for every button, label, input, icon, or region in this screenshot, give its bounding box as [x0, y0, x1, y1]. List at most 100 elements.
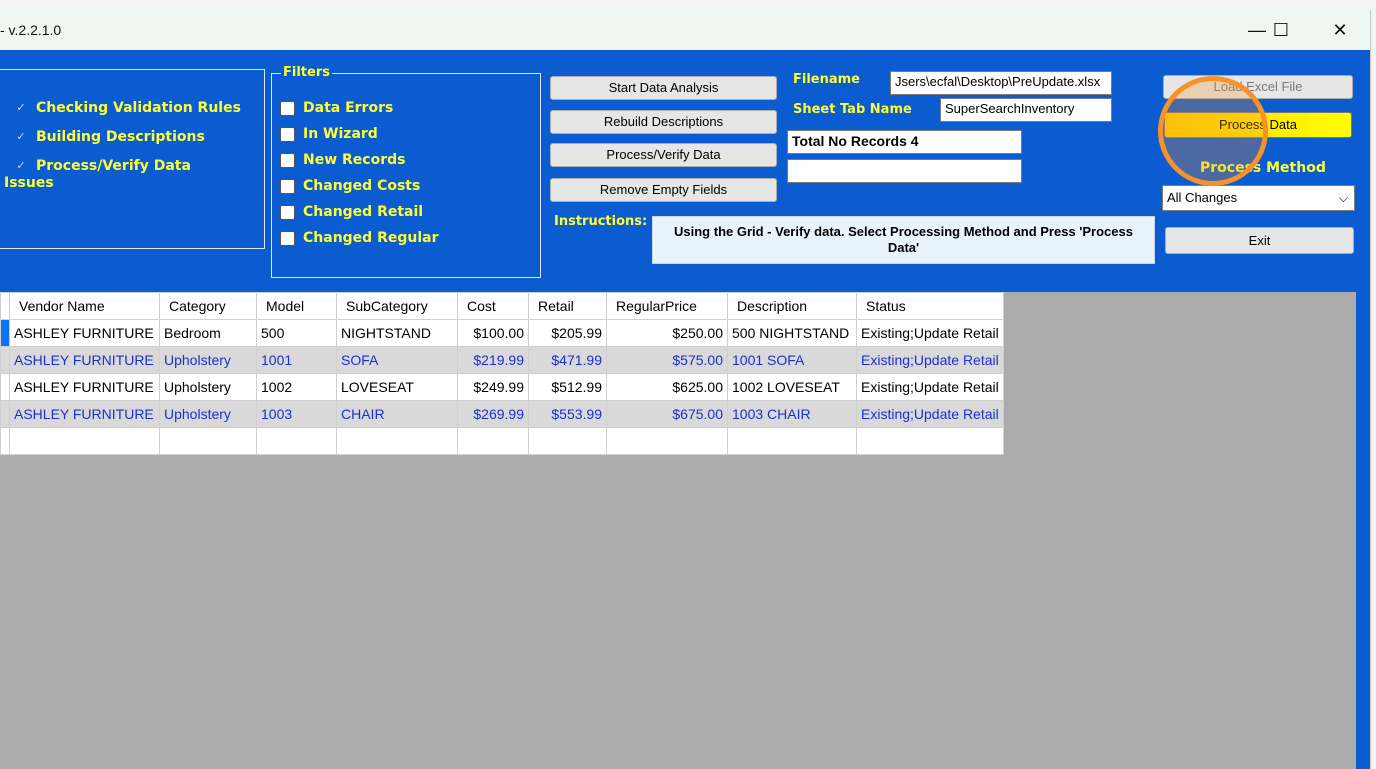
process-verify-data-button[interactable]: Process/Verify Data — [550, 143, 777, 167]
cell-cost[interactable]: $219.99 — [457, 346, 529, 374]
cell-vendor[interactable]: ASHLEY FURNITURE — [9, 319, 160, 347]
row-selector[interactable] — [0, 427, 10, 455]
checkbox[interactable] — [280, 100, 295, 116]
cell-vendor[interactable]: ASHLEY FURNITURE — [9, 373, 160, 401]
cell-category[interactable]: Upholstery — [159, 346, 257, 374]
table-row[interactable]: ASHLEY FURNITURE Upholstery 1001 SOFA $2… — [0, 346, 1004, 374]
checkbox[interactable] — [280, 126, 295, 142]
close-icon[interactable]: ✕ — [1317, 10, 1363, 50]
cell-description[interactable]: 1002 LOVESEAT — [727, 373, 857, 401]
start-data-analysis-button[interactable]: Start Data Analysis — [550, 76, 777, 100]
data-grid[interactable]: Vendor Name Category Model SubCategory C… — [0, 292, 1004, 455]
col-cost[interactable]: Cost — [457, 292, 529, 320]
cell-status[interactable]: Existing;Update Retail — [856, 373, 1004, 401]
data-grid-area[interactable]: Vendor Name Category Model SubCategory C… — [0, 292, 1356, 769]
exit-button[interactable]: Exit — [1165, 227, 1354, 254]
cell-cost[interactable]: $100.00 — [457, 319, 529, 347]
process-data-button[interactable]: Process Data — [1164, 112, 1352, 138]
issues-label: Issues — [4, 175, 54, 191]
chevron-down-icon[interactable]: ⌵ — [1339, 188, 1348, 208]
cell-model[interactable]: 500 — [256, 319, 337, 347]
rebuild-descriptions-button[interactable]: Rebuild Descriptions — [550, 110, 777, 134]
process-method-select[interactable]: All Changes ⌵ — [1162, 185, 1355, 211]
filter-changed-regular[interactable]: Changed Regular — [280, 225, 438, 251]
table-row[interactable]: ASHLEY FURNITURE Bedroom 500 NIGHTSTAND … — [0, 319, 1004, 347]
col-category[interactable]: Category — [159, 292, 257, 320]
app-window: - v.2.2.1.0 — ☐ ✕ ✓ Checking Validation … — [0, 10, 1371, 769]
cell-subcategory[interactable]: NIGHTSTAND — [336, 319, 458, 347]
row-selector[interactable] — [0, 373, 10, 401]
cell-regular-price[interactable]: $250.00 — [606, 319, 728, 347]
cell-category[interactable]: Upholstery — [159, 373, 257, 401]
cell-retail[interactable]: $553.99 — [528, 400, 607, 428]
cell-subcategory[interactable]: CHAIR — [336, 400, 458, 428]
cell-empty[interactable] — [856, 427, 1004, 455]
col-description[interactable]: Description — [727, 292, 857, 320]
title-bar[interactable]: - v.2.2.1.0 — ☐ ✕ — [0, 10, 1370, 50]
process-method-label: Process Method — [1200, 160, 1326, 176]
row-selector[interactable] — [0, 400, 10, 428]
cell-regular-price[interactable]: $675.00 — [606, 400, 728, 428]
cell-empty[interactable] — [528, 427, 607, 455]
cell-retail[interactable]: $471.99 — [528, 346, 607, 374]
process-method-value: All Changes — [1167, 190, 1238, 205]
table-row-new[interactable] — [0, 427, 1004, 455]
cell-category[interactable]: Upholstery — [159, 400, 257, 428]
cell-model[interactable]: 1001 — [256, 346, 337, 374]
cell-vendor[interactable]: ASHLEY FURNITURE — [9, 400, 160, 428]
col-model[interactable]: Model — [256, 292, 337, 320]
col-status[interactable]: Status — [856, 292, 1004, 320]
checkbox[interactable] — [280, 152, 295, 168]
main-panel: ✓ Checking Validation Rules ✓ Building D… — [0, 50, 1370, 769]
cell-description[interactable]: 1003 CHAIR — [727, 400, 857, 428]
filter-changed-costs[interactable]: Changed Costs — [280, 173, 438, 199]
table-row[interactable]: ASHLEY FURNITURE Upholstery 1002 LOVESEA… — [0, 373, 1004, 401]
cell-subcategory[interactable]: SOFA — [336, 346, 458, 374]
cell-vendor[interactable]: ASHLEY FURNITURE — [9, 346, 160, 374]
cell-status[interactable]: Existing;Update Retail — [856, 346, 1004, 374]
cell-empty[interactable] — [159, 427, 257, 455]
sheet-tab-field[interactable]: SuperSearchInventory — [940, 98, 1112, 122]
cell-description[interactable]: 1001 SOFA — [727, 346, 857, 374]
col-vendor-name[interactable]: Vendor Name — [9, 292, 160, 320]
cell-description[interactable]: 500 NIGHTSTAND — [727, 319, 857, 347]
cell-model[interactable]: 1002 — [256, 373, 337, 401]
filter-changed-retail[interactable]: Changed Retail — [280, 199, 438, 225]
row-header-corner — [0, 292, 10, 320]
row-selector[interactable] — [0, 319, 10, 347]
cell-retail[interactable]: $512.99 — [528, 373, 607, 401]
instructions-text: Using the Grid - Verify data. Select Pro… — [652, 216, 1155, 264]
col-retail[interactable]: Retail — [528, 292, 607, 320]
row-selector[interactable] — [0, 346, 10, 374]
cell-regular-price[interactable]: $625.00 — [606, 373, 728, 401]
cell-empty[interactable] — [9, 427, 160, 455]
checkbox[interactable] — [280, 230, 295, 246]
cell-empty[interactable] — [727, 427, 857, 455]
checkbox[interactable] — [280, 178, 295, 194]
cell-empty[interactable] — [256, 427, 337, 455]
cell-model[interactable]: 1003 — [256, 400, 337, 428]
cell-cost[interactable]: $249.99 — [457, 373, 529, 401]
cell-cost[interactable]: $269.99 — [457, 400, 529, 428]
cell-empty[interactable] — [336, 427, 458, 455]
filename-label: Filename — [793, 72, 860, 87]
cell-subcategory[interactable]: LOVESEAT — [336, 373, 458, 401]
cell-status[interactable]: Existing;Update Retail — [856, 400, 1004, 428]
filter-in-wizard[interactable]: In Wizard — [280, 121, 438, 147]
cell-empty[interactable] — [457, 427, 529, 455]
table-row[interactable]: ASHLEY FURNITURE Upholstery 1003 CHAIR $… — [0, 400, 1004, 428]
cell-retail[interactable]: $205.99 — [528, 319, 607, 347]
cell-status[interactable]: Existing;Update Retail — [856, 319, 1004, 347]
cell-regular-price[interactable]: $575.00 — [606, 346, 728, 374]
filter-data-errors[interactable]: Data Errors — [280, 95, 438, 121]
col-regular-price[interactable]: RegularPrice — [606, 292, 728, 320]
cell-category[interactable]: Bedroom — [159, 319, 257, 347]
cell-empty[interactable] — [606, 427, 728, 455]
col-subcategory[interactable]: SubCategory — [336, 292, 458, 320]
checkbox[interactable] — [280, 204, 295, 220]
load-excel-file-button[interactable]: Load Excel File — [1163, 75, 1353, 99]
remove-empty-fields-button[interactable]: Remove Empty Fields — [550, 178, 777, 202]
maximize-icon[interactable]: ☐ — [1258, 10, 1304, 50]
filename-field[interactable]: Jsers\ecfal\Desktop\PreUpdate.xlsx — [890, 71, 1112, 95]
filter-new-records[interactable]: New Records — [280, 147, 438, 173]
